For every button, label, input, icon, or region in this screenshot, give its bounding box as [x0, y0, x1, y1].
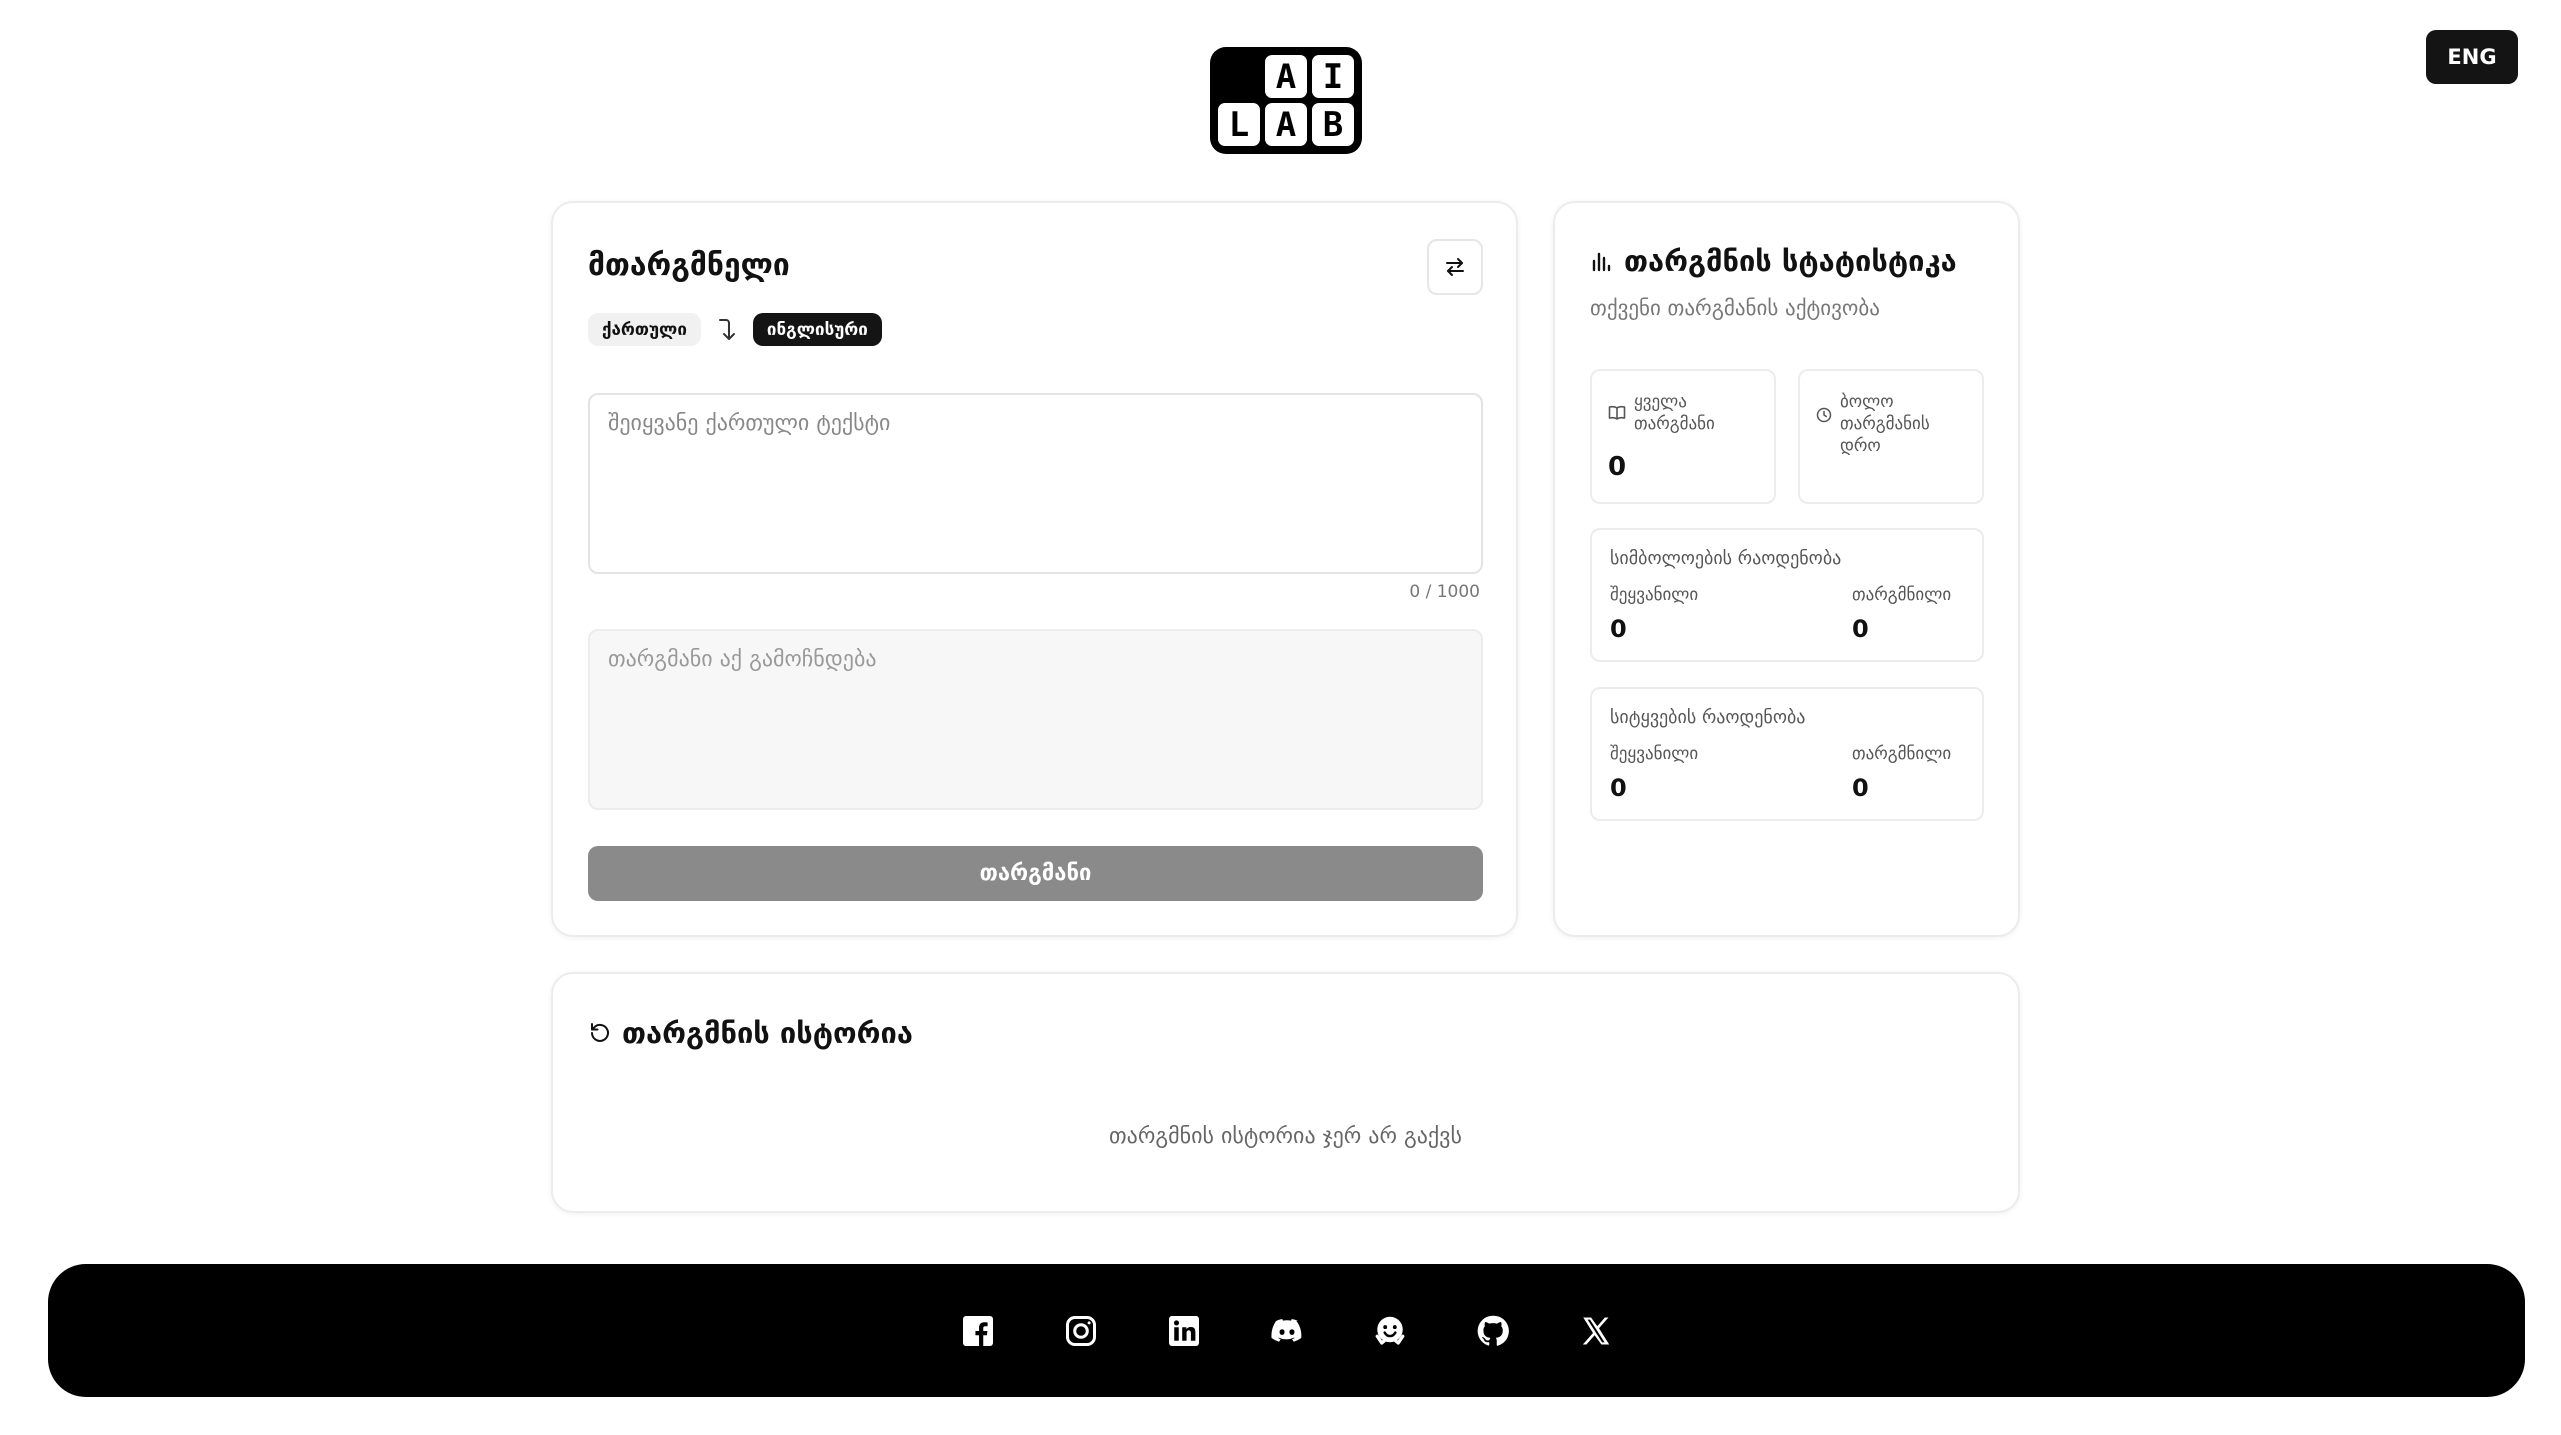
translation-output: თარგმანი აქ გამოჩნდება [588, 629, 1483, 810]
instagram-icon[interactable] [1062, 1312, 1099, 1349]
last-translation-label-3: დრო [1840, 436, 1881, 456]
source-language-chip[interactable]: ქართული [588, 313, 701, 346]
words-translated-label: თარგმნილი [1852, 744, 1952, 764]
statistics-subtitle: თქვენი თარგმანის აქტივობა [1590, 296, 1880, 320]
words-translated-value: 0 [1852, 774, 1869, 802]
history-icon [591, 1023, 609, 1042]
characters-input-value: 0 [1610, 615, 1627, 643]
logo-letter: I [1312, 55, 1354, 98]
words-input-value: 0 [1610, 774, 1627, 802]
total-translations-stat: ყველა თარგმანი 0 [1590, 369, 1776, 504]
bar-chart-icon [1592, 252, 1611, 272]
statistics-title: თარგმნის სტატისტიკა [1624, 244, 1957, 278]
swap-languages-button[interactable] [1427, 239, 1483, 295]
translate-button[interactable]: თარგმანი [588, 846, 1483, 901]
words-input-label: შეყვანილი [1610, 744, 1699, 764]
github-icon[interactable] [1474, 1312, 1511, 1349]
translator-title: მთარგმნელი [588, 248, 790, 283]
characters-input-label: შეყვანილი [1610, 585, 1699, 605]
logo-blank-cell [1218, 55, 1260, 98]
history-title: თარგმნის ისტორია [622, 1016, 913, 1050]
logo-letter: A [1265, 55, 1307, 98]
huggingface-icon[interactable] [1371, 1312, 1408, 1349]
characters-translated-label: თარგმნილი [1852, 585, 1952, 605]
logo-letter: B [1312, 103, 1354, 146]
character-counter: 0 / 1000 [1409, 582, 1480, 602]
total-translations-label-1: ყველა [1634, 392, 1687, 412]
translator-card: მთარგმნელი ქართული ინგლისური შეიყვანე ქა… [551, 201, 1518, 937]
language-pair: ქართული ინგლისური [588, 313, 882, 346]
word-count-stat: სიტყვების რაოდენობა შეყვანილი 0 თარგმნილ… [1590, 687, 1984, 821]
logo-letter: A [1265, 103, 1307, 146]
language-toggle-button[interactable]: ENG [2426, 30, 2518, 84]
footer [48, 1264, 2525, 1397]
corner-down-arrow-icon [715, 316, 739, 344]
history-header: თარგმნის ისტორია [588, 1016, 913, 1050]
swap-arrows-icon [1446, 258, 1464, 276]
last-translation-time-stat: ბოლო თარგმანის დრო [1798, 369, 1984, 504]
character-count-title: სიმბოლოების რაოდენობა [1610, 548, 1842, 569]
facebook-icon[interactable] [959, 1312, 996, 1349]
source-text-input[interactable]: შეიყვანე ქართული ტექსტი [588, 393, 1483, 574]
target-language-chip[interactable]: ინგლისური [752, 313, 882, 346]
statistics-header: თარგმნის სტატისტიკა [1590, 244, 1957, 278]
x-icon[interactable] [1577, 1312, 1614, 1349]
ai-lab-logo: A I L A B [1210, 47, 1362, 154]
characters-translated-value: 0 [1852, 615, 1869, 643]
total-translations-label-2: თარგმანი [1634, 414, 1715, 434]
linkedin-icon[interactable] [1165, 1312, 1202, 1349]
book-icon [1608, 405, 1626, 420]
total-translations-value: 0 [1608, 452, 1627, 482]
history-card: თარგმნის ისტორია თარგმნის ისტორია ჯერ არ… [551, 972, 2020, 1213]
logo-letter: L [1218, 103, 1260, 146]
statistics-card: თარგმნის სტატისტიკა თქვენი თარგმანის აქტ… [1553, 201, 2020, 937]
clock-icon [1816, 407, 1832, 423]
last-translation-label-2: თარგმანის [1840, 414, 1930, 434]
word-count-title: სიტყვების რაოდენობა [1610, 707, 1806, 728]
character-count-stat: სიმბოლოების რაოდენობა შეყვანილი 0 თარგმნ… [1590, 528, 1984, 662]
last-translation-label-1: ბოლო [1840, 392, 1894, 412]
history-empty-message: თარგმნის ისტორია ჯერ არ გაქვს [1109, 1124, 1462, 1149]
discord-icon[interactable] [1268, 1312, 1305, 1349]
